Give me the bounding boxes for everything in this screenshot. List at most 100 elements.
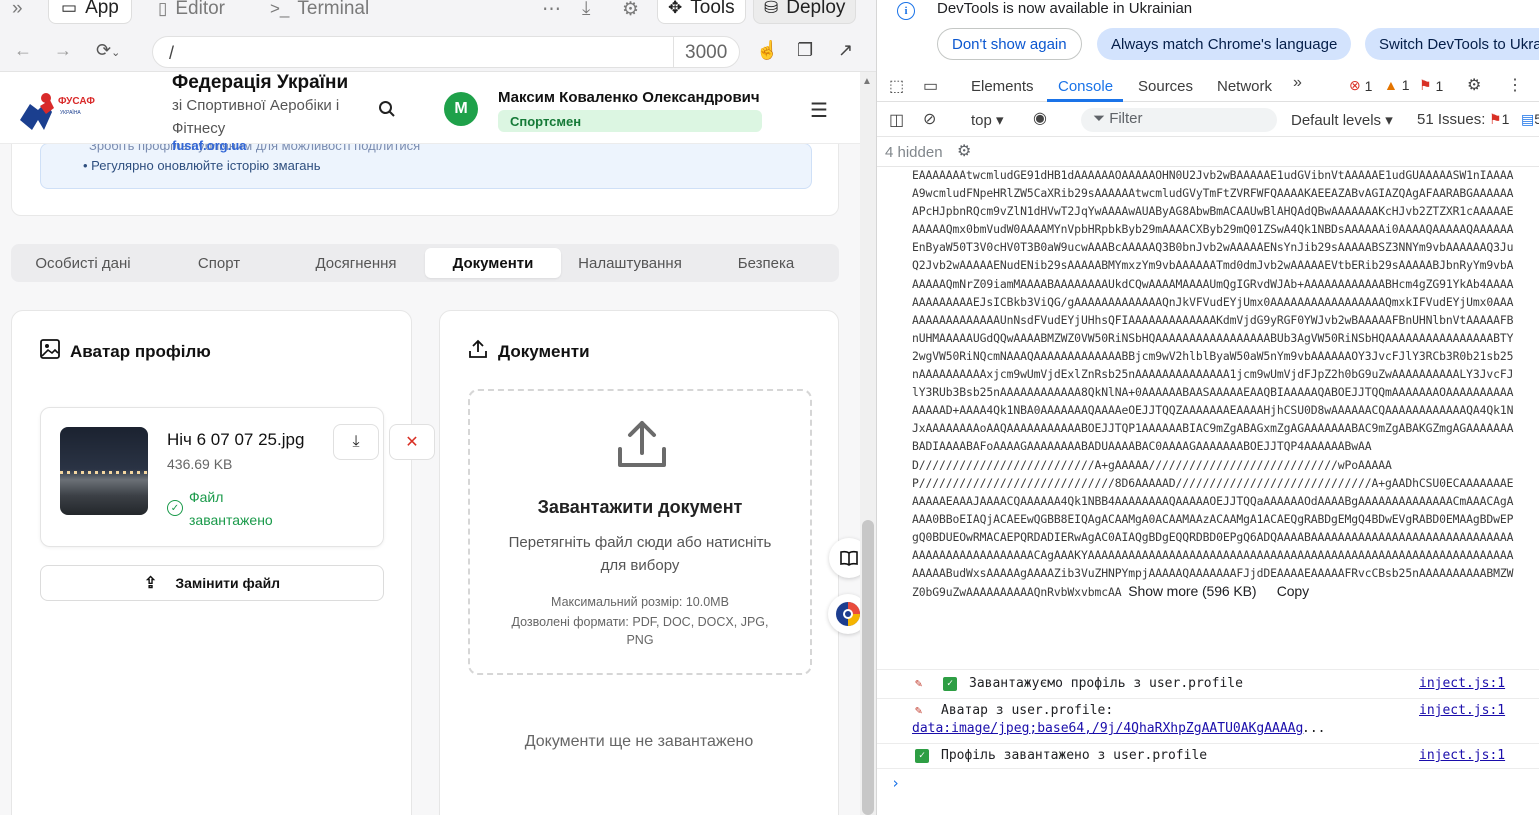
download-file-button[interactable]: ⤓ — [333, 424, 379, 460]
sidebar-toggle-icon[interactable]: ◫ — [889, 110, 904, 130]
tab-elements[interactable]: Elements — [971, 78, 1034, 95]
org-subtitle: зі Спортивної Аеробіки і Фітнесу — [172, 97, 340, 137]
devtools-more-icon[interactable]: ⋮ — [1507, 75, 1523, 95]
scrollbar-thumb[interactable] — [862, 520, 874, 815]
svg-text:ФУСАФ: ФУСАФ — [58, 96, 95, 107]
file-status-line-2: завантажено — [189, 512, 273, 528]
active-tab-indicator — [1047, 99, 1123, 102]
context-value: top — [971, 112, 992, 129]
download-icon[interactable]: ⤓ — [582, 0, 590, 24]
port-label[interactable]: 3000 — [685, 42, 727, 64]
forward-arrow-icon[interactable]: → — [54, 40, 72, 61]
dont-show-again-button[interactable]: Don't show again — [937, 28, 1082, 60]
issues-errors-value: 1 — [1501, 111, 1510, 127]
expand-sidebar-button[interactable]: » — [12, 0, 23, 24]
error-icon: ⊗ — [1349, 77, 1361, 93]
deploy-button[interactable]: ⛁ Deploy — [753, 0, 857, 24]
reload-icon[interactable]: ⟳⌄ — [96, 40, 120, 61]
more-options-icon[interactable]: ⋯ — [542, 0, 561, 24]
error-count[interactable]: ⊗ 1 — [1349, 77, 1372, 94]
document-dropzone[interactable]: Завантажити документ Перетягніть файл сю… — [468, 389, 812, 675]
log-message: Аватар з user.profile: — [941, 703, 1114, 718]
settings-gear-icon[interactable]: ⚙ — [622, 0, 639, 24]
tools-label: Tools — [690, 0, 735, 18]
issues-info-value: 5 — [1534, 111, 1539, 127]
menu-hamburger-icon[interactable]: ☰ — [810, 98, 828, 123]
log-levels-select[interactable]: Default levels ▾ — [1291, 111, 1393, 129]
file-icon: ▯ — [158, 0, 168, 18]
url-separator — [673, 37, 674, 67]
live-expression-eye-icon[interactable]: ◉ — [1033, 108, 1047, 128]
log-message: Завантажуємо профіль з user.profile — [969, 676, 1243, 691]
switch-devtools-language-button[interactable]: Switch DevTools to Ukrainian — [1365, 28, 1539, 60]
delete-file-button[interactable]: ✕ — [389, 424, 435, 460]
issues-info[interactable]: ▤5 — [1521, 111, 1539, 128]
warning-icon: ▲ — [1384, 77, 1398, 93]
console-prompt[interactable]: › — [891, 774, 900, 792]
documents-card-title: Документи — [468, 339, 590, 365]
console-filter-input[interactable]: ⏷ Filter — [1081, 108, 1277, 132]
check-circle-icon: ✓ — [167, 500, 183, 516]
pointer-hand-icon[interactable]: ☝ — [756, 40, 778, 61]
url-path: / — [169, 43, 175, 63]
log-separator — [877, 743, 1539, 744]
tab-network[interactable]: Network — [1217, 78, 1272, 95]
console-settings-gear-icon[interactable]: ⚙ — [957, 141, 971, 161]
data-url-link[interactable]: data:image/jpeg;base64,/9j/4QhaRXhpZgAAT… — [912, 721, 1303, 736]
user-name: Максим Коваленко Олександрович — [498, 89, 760, 106]
warning-count[interactable]: ▲ 1 — [1384, 77, 1410, 93]
url-field[interactable]: / 3000 — [152, 36, 740, 68]
issues-errors[interactable]: ⚑1 — [1489, 111, 1509, 128]
tab-settings[interactable]: Налаштування — [563, 248, 697, 278]
user-avatar[interactable]: M — [444, 92, 478, 126]
copy-button[interactable]: Copy — [1277, 583, 1309, 599]
devtools-settings-gear-icon[interactable]: ⚙ — [1467, 75, 1481, 95]
terminal-icon: >_ — [270, 0, 290, 18]
log-source-link[interactable]: inject.js:1 — [1419, 748, 1505, 763]
avatar-card-title-text: Аватар профілю — [70, 342, 211, 361]
tab-app[interactable]: ▭ App — [48, 0, 132, 24]
replace-file-button[interactable]: ⇪ Замінити файл — [40, 565, 384, 601]
log-message: Профіль завантажено з user.profile — [941, 748, 1208, 763]
split-view-icon[interactable]: ❐ — [797, 40, 813, 61]
info-box: Зробіть профіль публічним для можливості… — [40, 138, 812, 189]
org-link[interactable]: fusaf.org.ua — [172, 138, 246, 153]
scroll-up-arrow-icon[interactable]: ▲ — [862, 76, 872, 87]
fusaf-logo: ФУСАФ УКРАЇНА — [20, 93, 95, 130]
filter-funnel-icon: ⏷ — [1093, 110, 1106, 127]
issues-count[interactable]: ⚑ 1 — [1419, 77, 1443, 94]
org-title: Федерація України — [172, 72, 349, 93]
show-more-button[interactable]: Show more (596 KB) — [1128, 583, 1256, 599]
tab-editor[interactable]: ▯ Editor — [158, 0, 225, 24]
file-name: Ніч 6 07 07 25.jpg — [167, 430, 305, 449]
deploy-icon: ⛁ — [764, 0, 779, 17]
context-select[interactable]: top ▾ — [971, 111, 1004, 129]
inspect-element-icon[interactable]: ⬚ — [889, 76, 904, 96]
tools-button[interactable]: ✥ Tools — [657, 0, 746, 24]
log-source-link[interactable]: inject.js:1 — [1419, 676, 1505, 691]
site-scrollbar[interactable]: ▲ — [860, 72, 876, 815]
search-icon[interactable] — [378, 100, 396, 123]
issues-label[interactable]: 51 Issues: — [1417, 111, 1485, 128]
svg-text:УКРАЇНА: УКРАЇНА — [60, 109, 81, 116]
upload-formats: Дозволені формати: PDF, DOC, DOCX, JPG, … — [511, 615, 769, 647]
more-tabs-chevron-icon[interactable]: » — [1293, 74, 1302, 92]
open-external-icon[interactable]: ↗ — [838, 40, 853, 61]
tab-personal[interactable]: Особисті дані — [17, 248, 149, 278]
tab-sport[interactable]: Спорт — [153, 248, 285, 278]
extension-globe-icon[interactable] — [828, 594, 860, 634]
back-arrow-icon[interactable]: ← — [14, 40, 32, 61]
tab-security[interactable]: Безпека — [699, 248, 833, 278]
tab-documents[interactable]: Документи — [425, 248, 561, 278]
clear-console-icon[interactable]: ⊘ — [923, 109, 936, 129]
profile-tabs: Особисті дані Спорт Досягнення Документи… — [11, 244, 839, 282]
tab-sources[interactable]: Sources — [1138, 78, 1193, 95]
upload-max-size: Максимальний розмір: 10.0MB — [551, 595, 729, 609]
log-source-link[interactable]: inject.js:1 — [1419, 703, 1505, 718]
tab-terminal[interactable]: >_ Terminal — [270, 0, 369, 24]
console-log-entry: ✓ Профіль завантажено з user.profile inj… — [877, 748, 1539, 770]
device-toolbar-icon[interactable]: ▭ — [923, 76, 938, 96]
tab-console[interactable]: Console — [1058, 78, 1113, 95]
always-match-language-button[interactable]: Always match Chrome's language — [1097, 28, 1352, 60]
tab-achievements[interactable]: Досягнення — [289, 248, 423, 278]
